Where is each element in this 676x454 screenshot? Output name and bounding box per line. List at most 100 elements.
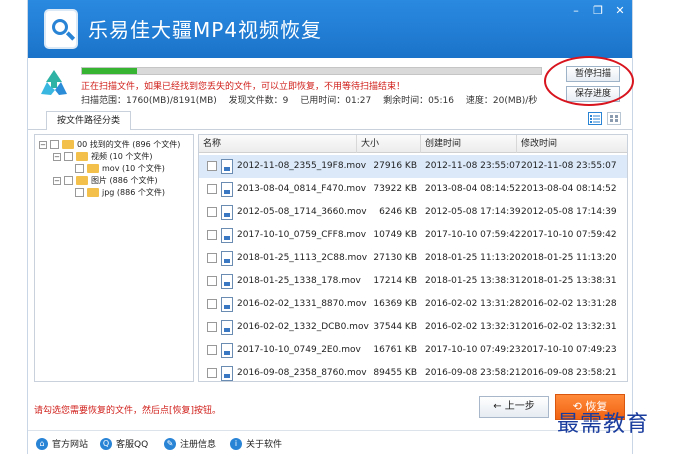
row-checkbox[interactable]: [207, 299, 217, 309]
tree-checkbox[interactable]: [50, 140, 59, 149]
maximize-button[interactable]: ❐: [592, 4, 604, 17]
list-view-icon[interactable]: [588, 112, 602, 125]
mov-file-icon: [221, 182, 233, 197]
mov-file-icon: [221, 366, 233, 381]
row-checkbox[interactable]: [207, 253, 217, 263]
table-row[interactable]: 2018-01-25_1338_178.mov 17214 KB 2018-01-2…: [199, 270, 627, 293]
register-icon: ✎: [164, 437, 176, 450]
scan-status-panel: 正在扫描文件，如果已经找到您丢失的文件，可以立即恢复，不用等待扫描结束！ 扫描范…: [28, 58, 632, 108]
file-modified: 2016-02-02 13:32:31: [521, 322, 617, 332]
found-count: 发现文件数：9: [228, 96, 289, 106]
view-tab-row: 按文件路径分类: [28, 108, 632, 130]
file-modified: 2018-01-25 11:13:20: [521, 253, 617, 263]
folder-icon: [76, 176, 88, 185]
tree-node-jpg[interactable]: jpg (886 个文件): [75, 187, 165, 198]
about-link[interactable]: i 关于软件: [230, 437, 282, 450]
column-created[interactable]: 创建时间: [421, 135, 517, 153]
tree-checkbox[interactable]: [64, 152, 73, 161]
grid-view-icon[interactable]: [607, 112, 621, 125]
tree-checkbox[interactable]: [64, 176, 73, 185]
row-checkbox[interactable]: [207, 345, 217, 355]
column-modified[interactable]: 修改时间: [517, 135, 627, 153]
file-modified: 2012-11-08 23:55:07: [521, 161, 617, 171]
qq-support-link[interactable]: Q 客服QQ: [100, 437, 148, 450]
tree-node-root[interactable]: − 00 找到的文件 (896 个文件): [39, 139, 180, 150]
table-row[interactable]: 2016-02-02_1332_DCB0.mov 37544 KB 2016-02-…: [199, 316, 627, 339]
file-created: 2018-01-25 13:38:31: [425, 276, 521, 286]
row-checkbox[interactable]: [207, 161, 217, 171]
tree-node-image[interactable]: − 图片 (886 个文件): [53, 175, 158, 186]
table-row[interactable]: 2012-11-08_2355_19F8.mov 27916 KB 2012-11-…: [199, 155, 627, 178]
file-size: 10749 KB: [373, 230, 417, 240]
row-checkbox[interactable]: [207, 322, 217, 332]
tree-node-video[interactable]: − 视频 (10 个文件): [53, 151, 153, 162]
register-info-link[interactable]: ✎ 注册信息: [164, 437, 216, 450]
mov-file-icon: [221, 274, 233, 289]
file-name: 2012-11-08_2355_19F8.mov: [237, 161, 367, 171]
file-size: 73922 KB: [373, 184, 417, 194]
recycle-icon: [41, 70, 67, 95]
mov-file-icon: [221, 159, 233, 174]
mov-file-icon: [221, 320, 233, 335]
website-link[interactable]: ⌂ 官方网站: [36, 437, 88, 450]
bottom-instruction: 请勾选您需要恢复的文件，然后点[恢复]按钮。: [34, 406, 222, 416]
table-row[interactable]: 2016-02-02_1331_8870.mov 16369 KB 2016-02-…: [199, 293, 627, 316]
footer-bar: ⌂ 官方网站 Q 客服QQ ✎ 注册信息 i 关于软件: [28, 430, 632, 454]
table-row[interactable]: 2012-05-08_1714_3660.mov 6246 KB 2012-05-0…: [199, 201, 627, 224]
column-name[interactable]: 名称: [199, 135, 357, 153]
app-title: 乐易佳大疆MP4视频恢复: [88, 18, 323, 42]
table-row[interactable]: 2017-10-10_0759_CFF8.mov 10749 KB 2017-10-…: [199, 224, 627, 247]
file-list: 名称 大小 创建时间 修改时间 2012-11-08_2355_19F8.mov…: [198, 134, 628, 382]
file-name: 2018-01-25_1338_178.mov: [237, 276, 361, 286]
row-checkbox[interactable]: [207, 184, 217, 194]
window-controls: – ❐ ✕: [570, 4, 626, 17]
file-modified: 2016-02-02 13:31:28: [521, 299, 617, 309]
mov-file-icon: [221, 297, 233, 312]
file-name: 2018-01-25_1113_2C88.mov: [237, 253, 368, 263]
table-row[interactable]: 2017-10-10_0749_2E0.mov 16761 KB 2017-10-1…: [199, 339, 627, 362]
file-created: 2012-11-08 23:55:07: [425, 161, 521, 171]
file-created: 2016-02-02 13:32:31: [425, 322, 521, 332]
file-modified: 2016-09-08 23:58:21: [521, 368, 617, 378]
row-checkbox[interactable]: [207, 230, 217, 240]
minimize-button[interactable]: –: [570, 4, 582, 17]
file-size: 37544 KB: [373, 322, 417, 332]
collapse-icon[interactable]: −: [53, 152, 61, 161]
mov-file-icon: [221, 251, 233, 266]
tree-node-mov[interactable]: mov (10 个文件): [75, 163, 165, 174]
file-list-header: 名称 大小 创建时间 修改时间: [199, 135, 627, 153]
file-created: 2018-01-25 11:13:20: [425, 253, 521, 263]
scan-progress-bar: [81, 67, 542, 75]
title-bar: 乐易佳大疆MP4视频恢复 – ❐ ✕: [28, 0, 632, 58]
file-size: 27916 KB: [373, 161, 417, 171]
file-name: 2016-09-08_2358_8760.mov: [237, 368, 367, 378]
tab-by-path[interactable]: 按文件路径分类: [46, 111, 132, 130]
file-created: 2013-08-04 08:14:52: [425, 184, 521, 194]
table-row[interactable]: 2013-08-04_0814_F470.mov 73922 KB 2013-08-…: [199, 178, 627, 201]
elapsed-time: 已用时间：01:27: [300, 96, 372, 106]
tree-checkbox[interactable]: [75, 164, 84, 173]
file-size: 27130 KB: [373, 253, 417, 263]
file-size: 89455 KB: [373, 368, 417, 378]
row-checkbox[interactable]: [207, 276, 217, 286]
scan-stats: 扫描范围：1760(MB)/8191(MB) 发现文件数：9 已用时间：01:2…: [81, 93, 546, 106]
table-row[interactable]: 2018-01-25_1113_2C88.mov 27130 KB 2018-01-…: [199, 247, 627, 270]
file-name: 2017-10-10_0749_2E0.mov: [237, 345, 361, 355]
table-row[interactable]: 2016-09-08_2358_8760.mov 89455 KB 2016-09-…: [199, 362, 627, 381]
file-name: 2013-08-04_0814_F470.mov: [237, 184, 367, 194]
row-checkbox[interactable]: [207, 368, 217, 378]
file-size: 17214 KB: [373, 276, 417, 286]
collapse-icon[interactable]: −: [53, 176, 61, 185]
file-modified: 2012-05-08 17:14:39: [521, 207, 617, 217]
close-button[interactable]: ✕: [614, 4, 626, 17]
watermark-text: 最需教育: [557, 412, 650, 437]
column-size[interactable]: 大小: [357, 135, 421, 153]
tree-checkbox[interactable]: [75, 188, 84, 197]
collapse-icon[interactable]: −: [39, 140, 47, 149]
previous-step-button[interactable]: ← 上一步: [479, 396, 549, 418]
mov-file-icon: [221, 205, 233, 220]
file-created: 2017-10-10 07:59:42: [425, 230, 521, 240]
row-checkbox[interactable]: [207, 207, 217, 217]
mov-file-icon: [221, 343, 233, 358]
file-size: 16761 KB: [373, 345, 417, 355]
